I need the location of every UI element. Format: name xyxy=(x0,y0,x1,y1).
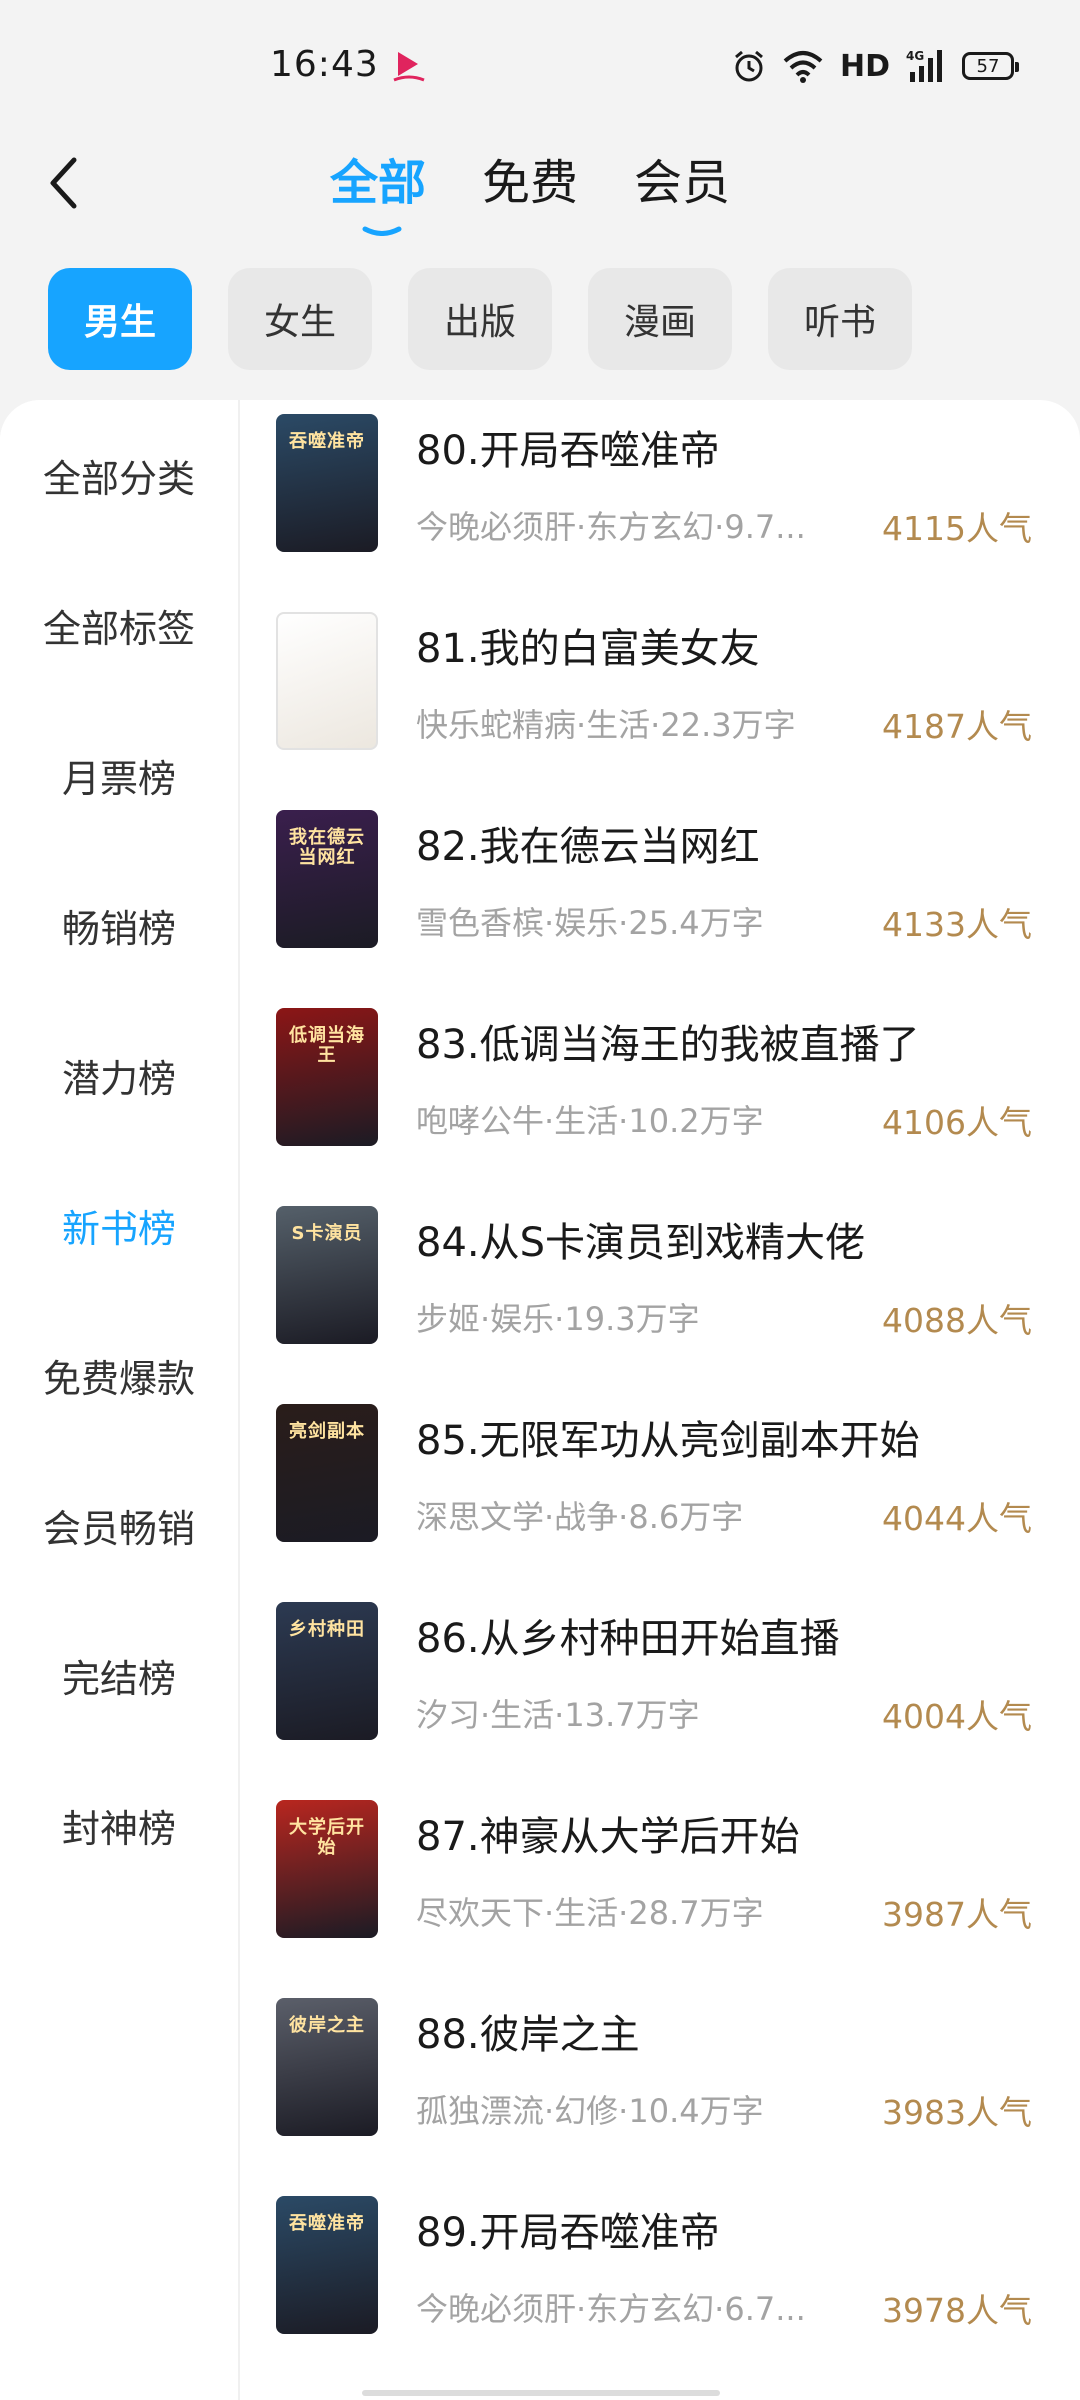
book-title: 85.无限军功从亮剑副本开始 xyxy=(416,1418,920,1464)
book-popularity: 3987人气 xyxy=(882,1895,1032,1934)
cover-title: 低调当海王 xyxy=(289,1025,365,1066)
top-tabs: 全部 免费 会员 xyxy=(330,148,730,238)
book-title: 84.从S卡演员到戏精大佬 xyxy=(416,1220,866,1266)
book-title: 86.从乡村种田开始直播 xyxy=(416,1616,840,1662)
book-list: 吞噬准帝 80.开局吞噬准帝 今晚必须肝·东方玄幻·9.7... 4115人气 … xyxy=(276,414,1056,2394)
book-cover: 我在德云当网红 xyxy=(276,810,378,948)
alarm-icon xyxy=(735,50,763,82)
book-item[interactable]: 大学后开始 87.神豪从大学后开始 尽欢天下·生活·28.7万字 3987人气 xyxy=(276,1800,1056,1998)
book-meta: 今晚必须肝·东方玄幻·6.7... xyxy=(416,2290,806,2328)
sidebar-item-member-bestseller[interactable]: 会员畅销 xyxy=(0,1450,238,1600)
app-notification-icon xyxy=(393,52,425,82)
cover-title: S卡演员 xyxy=(291,1223,363,1244)
book-item[interactable]: 81.我的白富美女友 快乐蛇精病·生活·22.3万字 4187人气 xyxy=(276,612,1056,810)
sidebar-item-completed[interactable]: 完结榜 xyxy=(0,1600,238,1750)
sidebar-item-all-categories[interactable]: 全部分类 xyxy=(0,400,238,550)
book-meta: 汐习·生活·13.7万字 xyxy=(416,1696,700,1734)
book-cover xyxy=(276,612,378,750)
book-item[interactable]: 亮剑副本 85.无限军功从亮剑副本开始 深思文学·战争·8.6万字 4044人气 xyxy=(276,1404,1056,1602)
cover-title: 乡村种田 xyxy=(289,1619,365,1640)
status-time: 16:43 xyxy=(270,44,379,85)
cover-title: 亮剑副本 xyxy=(289,1421,365,1442)
ranking-sidebar: 全部分类 全部标签 月票榜 畅销榜 潜力榜 新书榜 免费爆款 会员畅销 完结榜 … xyxy=(0,400,240,2400)
book-item[interactable]: 吞噬准帝 89.开局吞噬准帝 今晚必须肝·东方玄幻·6.7... 3978人气 xyxy=(276,2196,1056,2394)
book-item[interactable]: 我在德云当网红 82.我在德云当网红 雪色香槟·娱乐·25.4万字 4133人气 xyxy=(276,810,1056,1008)
book-popularity: 3978人气 xyxy=(882,2291,1032,2330)
book-popularity: 4044人气 xyxy=(882,1499,1032,1538)
status-bar: 16:43 HD 4G 57 xyxy=(0,0,1080,135)
book-meta: 尽欢天下·生活·28.7万字 xyxy=(416,1894,764,1932)
tab-free[interactable]: 免费 xyxy=(482,148,578,218)
tab-member-label: 会员 xyxy=(634,155,731,211)
book-meta: 今晚必须肝·东方玄幻·9.7... xyxy=(416,508,806,546)
chip-audiobooks[interactable]: 听书 xyxy=(768,268,912,370)
book-item[interactable]: 乡村种田 86.从乡村种田开始直播 汐习·生活·13.7万字 4004人气 xyxy=(276,1602,1056,1800)
book-title: 81.我的白富美女友 xyxy=(416,626,760,672)
book-meta: 咆哮公牛·生活·10.2万字 xyxy=(416,1102,764,1140)
status-icons: HD 4G 57 xyxy=(732,46,1019,86)
scroll-indicator xyxy=(362,2390,720,2396)
book-meta: 雪色香槟·娱乐·25.4万字 xyxy=(416,904,764,942)
book-popularity: 4004人气 xyxy=(882,1697,1032,1736)
book-item[interactable]: 吞噬准帝 80.开局吞噬准帝 今晚必须肝·东方玄幻·9.7... 4115人气 xyxy=(276,414,1056,612)
book-title: 89.开局吞噬准帝 xyxy=(416,2210,720,2256)
content-panel: 全部分类 全部标签 月票榜 畅销榜 潜力榜 新书榜 免费爆款 会员畅销 完结榜 … xyxy=(0,400,1080,2400)
sidebar-item-new-books[interactable]: 新书榜 xyxy=(0,1150,238,1300)
book-cover: 大学后开始 xyxy=(276,1800,378,1938)
book-title: 82.我在德云当网红 xyxy=(416,824,760,870)
book-cover: 低调当海王 xyxy=(276,1008,378,1146)
chip-female[interactable]: 女生 xyxy=(228,268,372,370)
book-title: 87.神豪从大学后开始 xyxy=(416,1814,800,1860)
book-popularity: 4187人气 xyxy=(882,707,1032,746)
book-cover: 吞噬准帝 xyxy=(276,2196,378,2334)
book-item[interactable]: 低调当海王 83.低调当海王的我被直播了 咆哮公牛·生活·10.2万字 4106… xyxy=(276,1008,1056,1206)
chevron-left-icon xyxy=(50,157,77,209)
book-item[interactable]: S卡演员 84.从S卡演员到戏精大佬 步姬·娱乐·19.3万字 4088人气 xyxy=(276,1206,1056,1404)
book-popularity: 4133人气 xyxy=(882,905,1032,944)
sidebar-item-monthly-votes[interactable]: 月票榜 xyxy=(0,700,238,850)
chip-publishing[interactable]: 出版 xyxy=(408,268,552,370)
tab-member[interactable]: 会员 xyxy=(634,148,730,218)
network-type-label: HD xyxy=(839,48,890,84)
chip-comics[interactable]: 漫画 xyxy=(588,268,732,370)
book-cover: 乡村种田 xyxy=(276,1602,378,1740)
book-meta: 深思文学·战争·8.6万字 xyxy=(416,1498,744,1536)
book-meta: 快乐蛇精病·生活·22.3万字 xyxy=(416,706,796,744)
sidebar-item-bestseller[interactable]: 畅销榜 xyxy=(0,850,238,1000)
category-chips: 男生 女生 出版 漫画 听书 xyxy=(48,268,912,370)
book-cover: S卡演员 xyxy=(276,1206,378,1344)
cover-title: 我在德云当网红 xyxy=(289,827,365,868)
book-meta: 孤独漂流·幻修·10.4万字 xyxy=(416,2092,764,2130)
tab-all[interactable]: 全部 xyxy=(330,148,427,236)
cover-title: 彼岸之主 xyxy=(289,2015,365,2036)
sidebar-item-all-tags[interactable]: 全部标签 xyxy=(0,550,238,700)
book-meta: 步姬·娱乐·19.3万字 xyxy=(416,1300,700,1338)
cover-title: 吞噬准帝 xyxy=(289,2213,365,2234)
book-title: 80.开局吞噬准帝 xyxy=(416,428,720,474)
svg-text:4G: 4G xyxy=(906,49,924,63)
cover-title: 吞噬准帝 xyxy=(289,431,365,452)
book-popularity: 4106人气 xyxy=(882,1103,1032,1142)
book-cover: 吞噬准帝 xyxy=(276,414,378,552)
cellular-signal-icon: 4G xyxy=(906,49,942,82)
cover-title: 大学后开始 xyxy=(289,1817,365,1858)
sidebar-item-free-hits[interactable]: 免费爆款 xyxy=(0,1300,238,1450)
battery-indicator: 57 xyxy=(962,52,1019,80)
sidebar-item-potential[interactable]: 潜力榜 xyxy=(0,1000,238,1150)
tab-all-label: 全部 xyxy=(330,155,427,211)
tab-active-indicator xyxy=(362,226,402,236)
book-cover: 彼岸之主 xyxy=(276,1998,378,2136)
chip-male[interactable]: 男生 xyxy=(48,268,192,370)
book-item[interactable]: 彼岸之主 88.彼岸之主 孤独漂流·幻修·10.4万字 3983人气 xyxy=(276,1998,1056,2196)
book-popularity: 4088人气 xyxy=(882,1301,1032,1340)
book-popularity: 3983人气 xyxy=(882,2093,1032,2132)
book-title: 88.彼岸之主 xyxy=(416,2012,640,2058)
back-button[interactable] xyxy=(38,148,88,218)
tab-free-label: 免费 xyxy=(482,155,579,211)
book-popularity: 4115人气 xyxy=(882,509,1032,548)
wifi-icon xyxy=(783,51,823,83)
book-title: 83.低调当海王的我被直播了 xyxy=(416,1022,920,1068)
sidebar-item-legendary[interactable]: 封神榜 xyxy=(0,1750,238,1900)
book-cover: 亮剑副本 xyxy=(276,1404,378,1542)
